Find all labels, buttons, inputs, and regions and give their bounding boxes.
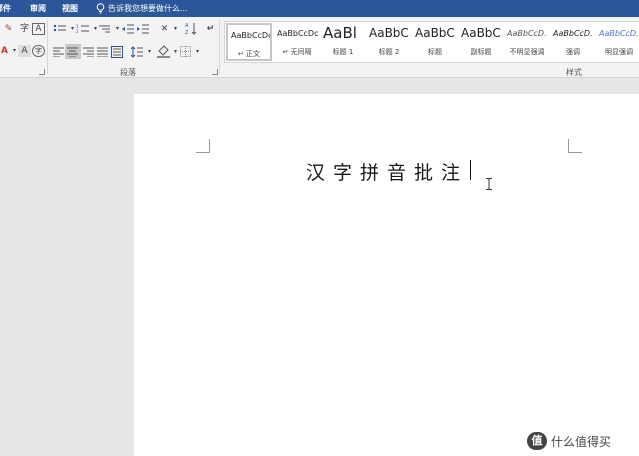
clear-format-icon[interactable]: ✎: [2, 23, 15, 35]
styles-gallery: AaBbCcDc ↵ 正文 AaBbCcDc ↵ 无间隔 AaBl 标题 1 A…: [224, 21, 639, 63]
svg-text:A: A: [185, 23, 189, 29]
increase-indent-icon[interactable]: [137, 24, 150, 34]
style-title[interactable]: AaBbC 标题: [412, 23, 458, 61]
style-sample: AaBbCcDc: [277, 29, 319, 38]
style-sample: AaBbC: [461, 26, 501, 40]
tab-view[interactable]: 视图: [62, 3, 78, 14]
tell-me-text: 告诉我您想要做什么...: [108, 4, 188, 13]
phonetic-guide-icon[interactable]: 字: [18, 23, 31, 35]
paragraph-dialog-launcher[interactable]: [212, 69, 218, 75]
watermark-text: 什么值得买: [551, 435, 612, 449]
text-caret: [470, 160, 471, 180]
style-subtle-emphasis[interactable]: AaBbCcD. 不明显强调: [504, 23, 550, 61]
character-border-icon[interactable]: A: [32, 23, 45, 35]
style-subtitle[interactable]: AaBbC 副标题: [458, 23, 504, 61]
document-page[interactable]: 汉字拼音批注: [134, 94, 639, 456]
style-sample: AaBl: [323, 24, 357, 42]
group-separator: [47, 20, 48, 74]
sort-icon[interactable]: AZ: [185, 22, 197, 35]
align-center-icon: [67, 47, 78, 57]
bullets-icon[interactable]: [53, 24, 67, 34]
document-text[interactable]: 汉字拼音批注: [306, 158, 468, 185]
decrease-indent-icon[interactable]: [122, 24, 135, 34]
line-spacing-dropdown-icon[interactable]: ▾: [143, 46, 156, 58]
align-center-button[interactable]: [65, 44, 81, 59]
style-intense-emphasis[interactable]: AaBbCcD. 明显强调: [596, 23, 639, 61]
line-spacing-icon[interactable]: [131, 46, 143, 58]
style-name: 强调: [566, 48, 580, 56]
svg-text:Z: Z: [185, 30, 189, 35]
styles-group-label: 样式: [566, 68, 582, 77]
style-sample: AaBbC: [369, 26, 409, 40]
distributed-icon[interactable]: [111, 46, 123, 58]
borders-icon[interactable]: [180, 46, 191, 57]
margin-corner-top-right: [568, 139, 582, 153]
tab-mailings[interactable]: 邮件: [0, 3, 11, 14]
multilevel-list-icon[interactable]: [98, 24, 112, 34]
align-left-icon[interactable]: [53, 47, 65, 57]
style-sample: AaBbC: [415, 26, 455, 40]
ribbon: ✎ 字 A A ▾ A 字 ▾ 1 2 ▾ ▾ ✕ ▾ AZ ↵ ▾ ▾ ▾ 段…: [0, 17, 639, 78]
enclose-characters-icon[interactable]: 字: [32, 45, 45, 57]
style-name: 标题 2: [378, 48, 400, 56]
style-normal[interactable]: AaBbCcDc ↵ 正文: [226, 23, 272, 61]
svg-text:2: 2: [76, 29, 79, 34]
group-separator: [219, 20, 220, 74]
style-sample: AaBbCcD.: [507, 29, 547, 38]
menu-bar: 邮件 审阅 视图 告诉我您想要做什么...: [0, 0, 639, 17]
style-sample: AaBbCcD.: [553, 29, 593, 38]
style-name: ↵ 无间隔: [282, 48, 312, 56]
borders-dropdown-icon[interactable]: ▾: [191, 46, 204, 58]
justify-icon[interactable]: [97, 47, 109, 57]
lightbulb-icon: [96, 3, 105, 14]
style-heading-2[interactable]: AaBbC 标题 2: [366, 23, 412, 61]
document-workspace: 汉字拼音批注: [0, 78, 639, 456]
style-name: 标题: [428, 48, 442, 56]
ibeam-cursor-icon: [486, 178, 492, 190]
style-name: ↵ 正文: [237, 50, 261, 58]
style-heading-1[interactable]: AaBl 标题 1: [320, 23, 366, 61]
tab-review[interactable]: 审阅: [30, 3, 46, 14]
margin-corner-top-left: [196, 139, 210, 153]
character-shading-icon[interactable]: A: [18, 45, 31, 57]
align-right-icon[interactable]: [83, 47, 95, 57]
style-name: 明显强调: [605, 48, 633, 56]
watermark: 值 什么值得买: [527, 432, 637, 450]
chinese-layout-dropdown-icon[interactable]: ▾: [169, 23, 182, 35]
numbering-icon[interactable]: 1 2: [76, 24, 90, 34]
style-name: 标题 1: [332, 48, 354, 56]
paragraph-group-label: 段落: [120, 68, 136, 77]
style-emphasis[interactable]: AaBbCcD. 强调: [550, 23, 596, 61]
font-dialog-launcher[interactable]: [39, 69, 45, 75]
style-name: 副标题: [470, 48, 492, 56]
style-sample: AaBbCcDc: [231, 31, 272, 40]
style-name: 不明显强调: [509, 48, 545, 56]
style-sample: AaBbCcD.: [599, 29, 639, 38]
style-no-spacing[interactable]: AaBbCcDc ↵ 无间隔: [274, 23, 320, 61]
show-paragraph-marks-icon[interactable]: ↵: [204, 23, 217, 35]
watermark-logo-icon: 值: [527, 432, 547, 450]
